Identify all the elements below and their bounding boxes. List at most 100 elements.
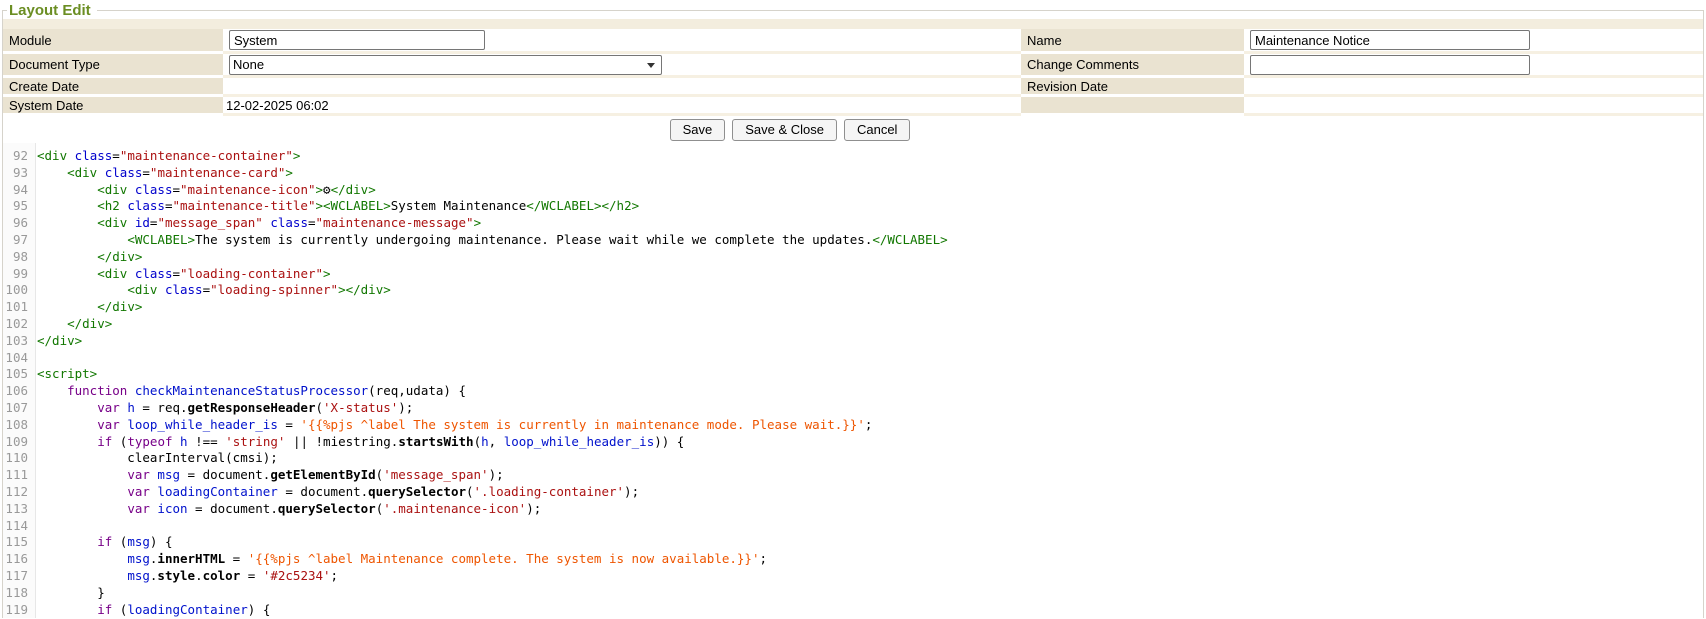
code-line[interactable]: 102 </div> bbox=[3, 316, 1703, 333]
line-number: 104 bbox=[3, 350, 36, 367]
code-line[interactable]: 96 <div id="message_span" class="mainten… bbox=[3, 215, 1703, 232]
module-input[interactable] bbox=[229, 30, 485, 50]
line-number: 101 bbox=[3, 299, 36, 316]
code-line[interactable]: 112 var loadingContainer = document.quer… bbox=[3, 484, 1703, 501]
code-line[interactable]: 103</div> bbox=[3, 333, 1703, 350]
form-row-create-revision: Create Date Revision Date bbox=[3, 78, 1703, 97]
line-number: 102 bbox=[3, 316, 36, 333]
line-number: 113 bbox=[3, 501, 36, 518]
code-line[interactable]: 108 var loop_while_header_is = '{{%pjs ^… bbox=[3, 417, 1703, 434]
code-text: <div class="maintenance-container"> bbox=[36, 148, 300, 165]
line-number: 96 bbox=[3, 215, 36, 232]
code-text: var loadingContainer = document.querySel… bbox=[36, 484, 639, 501]
code-text: msg.style.color = '#2c5234'; bbox=[36, 568, 338, 585]
code-line[interactable]: 117 msg.style.color = '#2c5234'; bbox=[3, 568, 1703, 585]
code-text bbox=[36, 350, 37, 367]
code-line[interactable]: 114 bbox=[3, 518, 1703, 535]
line-number: 119 bbox=[3, 602, 36, 619]
form-row-module-name: Module Name bbox=[3, 29, 1703, 54]
line-number: 93 bbox=[3, 165, 36, 182]
name-input[interactable] bbox=[1250, 30, 1530, 50]
line-number: 94 bbox=[3, 182, 36, 199]
code-text: <div id="message_span" class="maintenanc… bbox=[36, 215, 481, 232]
line-number: 105 bbox=[3, 366, 36, 383]
document-type-label: Document Type bbox=[3, 54, 223, 78]
system-date-label: System Date bbox=[3, 97, 223, 116]
create-date-label: Create Date bbox=[3, 78, 223, 97]
code-text: <div class="maintenance-card"> bbox=[36, 165, 293, 182]
code-text: clearInterval(cmsi); bbox=[36, 450, 278, 467]
code-text: </div> bbox=[36, 249, 142, 266]
code-line[interactable]: 92<div class="maintenance-container"> bbox=[3, 148, 1703, 165]
revision-date-value bbox=[1244, 78, 1703, 97]
change-comments-input[interactable] bbox=[1250, 55, 1530, 75]
code-text: var h = req.getResponseHeader('X-status'… bbox=[36, 400, 413, 417]
code-text: function checkMaintenanceStatusProcessor… bbox=[36, 383, 466, 400]
page-title: Layout Edit bbox=[7, 2, 97, 19]
line-number: 110 bbox=[3, 450, 36, 467]
code-line[interactable]: 105<script> bbox=[3, 366, 1703, 383]
line-number: 98 bbox=[3, 249, 36, 266]
code-line[interactable]: 97 <WCLABEL>The system is currently unde… bbox=[3, 232, 1703, 249]
code-text: <div class="loading-container"> bbox=[36, 266, 331, 283]
line-number: 108 bbox=[3, 417, 36, 434]
code-line[interactable]: 100 <div class="loading-spinner"></div> bbox=[3, 282, 1703, 299]
code-text bbox=[36, 518, 37, 535]
code-line[interactable]: 99 <div class="loading-container"> bbox=[3, 266, 1703, 283]
code-line[interactable]: 118 } bbox=[3, 585, 1703, 602]
code-line[interactable]: 113 var icon = document.querySelector('.… bbox=[3, 501, 1703, 518]
code-text: </div> bbox=[36, 316, 112, 333]
save-button[interactable]: Save bbox=[670, 119, 726, 141]
line-number: 107 bbox=[3, 400, 36, 417]
layout-edit-page: Layout Edit Module Name Document bbox=[0, 0, 1706, 619]
code-line[interactable]: 116 msg.innerHTML = '{{%pjs ^label Maint… bbox=[3, 551, 1703, 568]
code-line[interactable]: 94 <div class="maintenance-icon">⚙</div> bbox=[3, 182, 1703, 199]
revision-date-label: Revision Date bbox=[1021, 78, 1244, 97]
code-line[interactable]: 109 if (typeof h !== 'string' || !miestr… bbox=[3, 434, 1703, 451]
cancel-button[interactable]: Cancel bbox=[844, 119, 910, 141]
module-label: Module bbox=[3, 29, 223, 54]
line-number: 118 bbox=[3, 585, 36, 602]
line-number: 114 bbox=[3, 518, 36, 535]
code-text: <script> bbox=[36, 366, 97, 383]
line-number: 109 bbox=[3, 434, 36, 451]
form-row-system-date: System Date 12-02-2025 06:02 bbox=[3, 97, 1703, 116]
code-text: if (msg) { bbox=[36, 534, 173, 551]
save-close-button[interactable]: Save & Close bbox=[732, 119, 837, 141]
system-date-value: 12-02-2025 06:02 bbox=[223, 97, 1021, 116]
layout-edit-form: Module Name Document Type bbox=[3, 29, 1703, 116]
line-number: 99 bbox=[3, 266, 36, 283]
code-line[interactable]: 115 if (msg) { bbox=[3, 534, 1703, 551]
code-line[interactable]: 98 </div> bbox=[3, 249, 1703, 266]
code-line[interactable]: 104 bbox=[3, 350, 1703, 367]
code-line[interactable]: 119 if (loadingContainer) { bbox=[3, 602, 1703, 619]
code-line[interactable]: 95 <h2 class="maintenance-title"><WCLABE… bbox=[3, 198, 1703, 215]
code-text: </div> bbox=[36, 333, 82, 350]
code-text: } bbox=[36, 585, 105, 602]
create-date-value bbox=[223, 78, 1021, 97]
code-text: <div class="loading-spinner"></div> bbox=[36, 282, 391, 299]
code-line[interactable]: 110 clearInterval(cmsi); bbox=[3, 450, 1703, 467]
document-type-select[interactable]: None bbox=[229, 55, 662, 75]
code-line[interactable]: 106 function checkMaintenanceStatusProce… bbox=[3, 383, 1703, 400]
code-text: <div class="maintenance-icon">⚙</div> bbox=[36, 182, 376, 199]
code-line[interactable]: 107 var h = req.getResponseHeader('X-sta… bbox=[3, 400, 1703, 417]
code-line[interactable]: 93 <div class="maintenance-card"> bbox=[3, 165, 1703, 182]
code-text: var icon = document.querySelector('.main… bbox=[36, 501, 541, 518]
code-line[interactable]: 111 var msg = document.getElementById('m… bbox=[3, 467, 1703, 484]
line-number: 95 bbox=[3, 198, 36, 215]
empty-value-cell bbox=[1244, 97, 1703, 116]
code-text: var loop_while_header_is = '{{%pjs ^labe… bbox=[36, 417, 872, 434]
code-text: <h2 class="maintenance-title"><WCLABEL>S… bbox=[36, 198, 639, 215]
form-top-strip bbox=[3, 19, 1703, 29]
line-number: 117 bbox=[3, 568, 36, 585]
code-text: if (loadingContainer) { bbox=[36, 602, 270, 619]
line-number: 115 bbox=[3, 534, 36, 551]
line-number: 106 bbox=[3, 383, 36, 400]
code-editor[interactable]: 92<div class="maintenance-container">93 … bbox=[3, 143, 1703, 618]
empty-label-cell bbox=[1021, 97, 1244, 116]
code-text: var msg = document.getElementById('messa… bbox=[36, 467, 504, 484]
code-line[interactable]: 101 </div> bbox=[3, 299, 1703, 316]
code-text: msg.innerHTML = '{{%pjs ^label Maintenan… bbox=[36, 551, 767, 568]
form-row-doctype-comments: Document Type None Change Comments bbox=[3, 54, 1703, 78]
